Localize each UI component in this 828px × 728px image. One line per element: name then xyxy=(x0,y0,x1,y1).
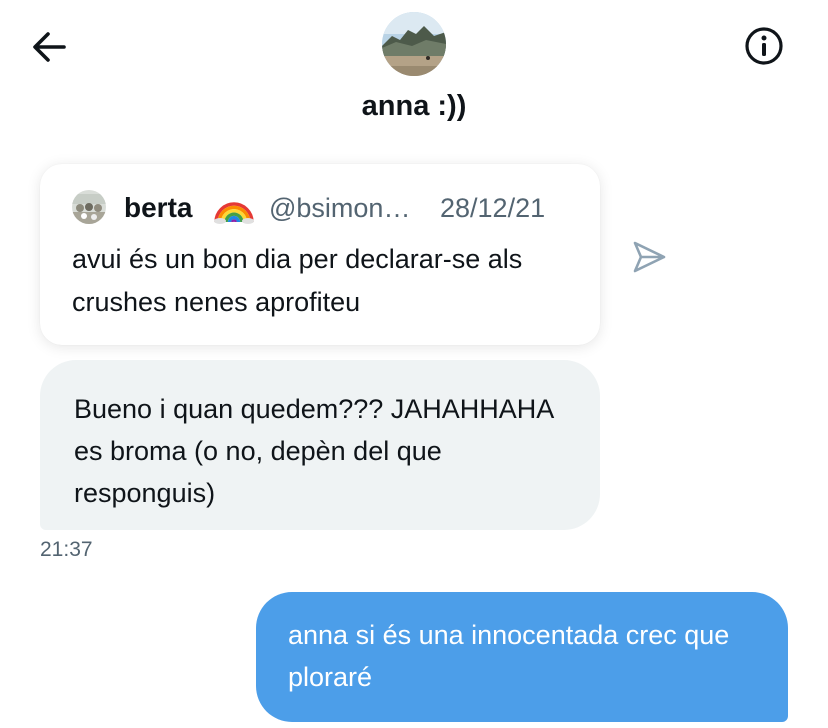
back-button[interactable] xyxy=(28,26,70,68)
page-title: anna :)) xyxy=(361,90,467,122)
avatar[interactable] xyxy=(382,12,446,76)
info-button[interactable] xyxy=(742,24,786,68)
outgoing-message-text: anna si és una innocentada crec que plor… xyxy=(288,620,730,692)
avatar-image xyxy=(382,12,446,76)
outgoing-message-bubble[interactable]: anna si és una innocentada crec que plor… xyxy=(256,592,788,722)
send-arrow-icon xyxy=(633,241,666,273)
share-button[interactable] xyxy=(630,238,668,276)
info-icon xyxy=(745,27,783,65)
quoted-author-name: berta xyxy=(124,192,193,223)
quoted-tweet-card[interactable]: berta @bsimon… 28/12/21 avui és un bon d… xyxy=(40,164,600,345)
quoted-author-avatar xyxy=(72,190,106,224)
quoted-author-handle: @bsimon… xyxy=(269,193,411,223)
rainbow-emoji-icon xyxy=(212,188,256,224)
conversation-header: anna :)) xyxy=(0,0,828,140)
incoming-message-bubble[interactable]: Bueno i quan quedem??? JAHAHHAHA es brom… xyxy=(40,360,600,530)
quoted-tweet-text: avui és un bon dia per declarar-se als c… xyxy=(72,244,523,317)
quoted-tweet-date: 28/12/21 xyxy=(440,193,546,223)
incoming-message-text: Bueno i quan quedem??? JAHAHHAHA es brom… xyxy=(74,394,553,508)
back-arrow-icon xyxy=(33,32,66,62)
message-timestamp: 21:37 xyxy=(40,538,93,561)
